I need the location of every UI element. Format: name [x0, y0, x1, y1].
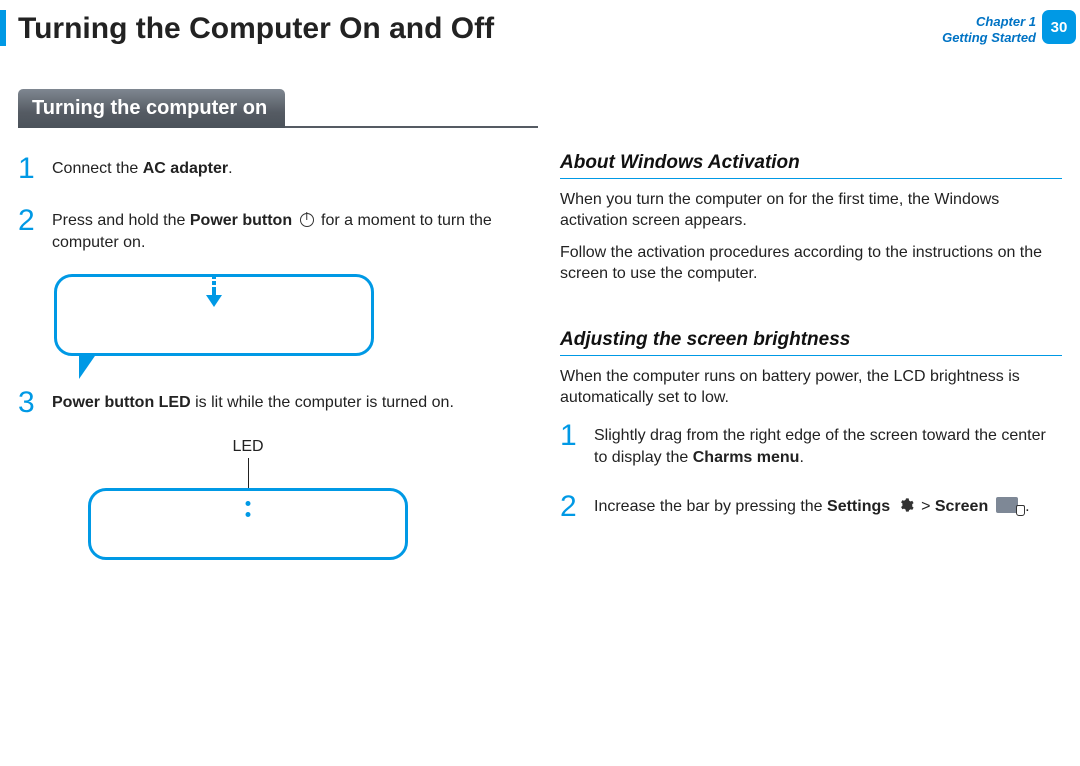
screen-lock-icon [996, 497, 1018, 513]
step-number: 2 [560, 490, 594, 522]
chapter-line2: Getting Started [942, 30, 1036, 46]
bold: Screen [935, 498, 988, 515]
bold: Charms menu [693, 449, 800, 466]
step-number: 3 [18, 386, 52, 418]
dot-icon [246, 501, 251, 506]
paragraph: When you turn the computer on for the ﬁr… [560, 189, 1062, 232]
led-dots [246, 501, 251, 517]
title-accent-bar [0, 10, 6, 46]
step-number: 1 [18, 152, 52, 184]
text: Press and hold the [52, 212, 190, 229]
subheading: About Windows Activation [560, 152, 1062, 179]
page-header: Turning the Computer On and Off Chapter … [0, 0, 1080, 47]
paragraph: When the computer runs on battery power,… [560, 366, 1062, 409]
lock-shackle [1020, 506, 1023, 509]
section-title: Turning the computer on [18, 89, 285, 128]
section-rule [285, 89, 538, 128]
bold: Power button LED [52, 394, 191, 411]
content-columns: 1 Connect the AC adapter. 2 Press and ho… [0, 152, 1080, 566]
left-column: 1 Connect the AC adapter. 2 Press and ho… [18, 152, 520, 566]
brightness-step-1: 1 Slightly drag from the right edge of t… [560, 419, 1062, 470]
bold: Power button [190, 212, 292, 229]
text: Slightly drag from the right edge of the… [594, 427, 1046, 466]
bold: AC adapter [143, 160, 228, 177]
step-body: Slightly drag from the right edge of the… [594, 419, 1062, 470]
led-label: LED [88, 438, 408, 456]
separator: > [921, 498, 935, 515]
subheading: Adjusting the screen brightness [560, 329, 1062, 356]
title-wrap: Turning the Computer On and Off [0, 10, 494, 46]
dot-icon [246, 512, 251, 517]
step-2: 2 Press and hold the Power button for a … [18, 204, 520, 255]
chapter-text: Chapter 1 Getting Started [942, 10, 1042, 47]
step-3: 3 Power button LED is lit while the comp… [18, 386, 520, 418]
paragraph: Follow the activation procedures accordi… [560, 242, 1062, 285]
page-number-badge: 30 [1042, 10, 1076, 44]
power-button-diagram [54, 274, 374, 356]
step-body: Power button LED is lit while the comput… [52, 386, 454, 418]
device-outline [88, 488, 408, 560]
chapter-line1: Chapter 1 [942, 14, 1036, 30]
led-diagram: LED [88, 438, 408, 560]
arrow-down-icon [205, 275, 223, 309]
gear-icon [898, 497, 914, 520]
text: . [1025, 498, 1029, 515]
text: is lit while the computer is turned on. [191, 394, 454, 411]
bold: Settings [827, 498, 890, 515]
power-icon [300, 213, 314, 227]
right-column: About Windows Activation When you turn t… [560, 152, 1062, 566]
callout-tail-fill [81, 354, 94, 374]
brightness-step-2: 2 Increase the bar by pressing the Setti… [560, 490, 1062, 522]
text: . [799, 449, 803, 466]
activation-section: About Windows Activation When you turn t… [560, 152, 1062, 285]
chapter-block: Chapter 1 Getting Started 30 [942, 10, 1076, 47]
step-body: Press and hold the Power button for a mo… [52, 204, 520, 255]
section-header: Turning the computer on [18, 89, 538, 128]
step-body: Increase the bar by pressing the Setting… [594, 490, 1030, 522]
led-pointer-line [248, 458, 249, 488]
step-number: 1 [560, 419, 594, 470]
step-1: 1 Connect the AC adapter. [18, 152, 520, 184]
step-body: Connect the AC adapter. [52, 152, 233, 184]
text: Connect the [52, 160, 143, 177]
page-title: Turning the Computer On and Off [18, 10, 494, 46]
text: Increase the bar by pressing the [594, 498, 827, 515]
text: . [228, 160, 232, 177]
brightness-section: Adjusting the screen brightness When the… [560, 329, 1062, 522]
step-number: 2 [18, 204, 52, 255]
